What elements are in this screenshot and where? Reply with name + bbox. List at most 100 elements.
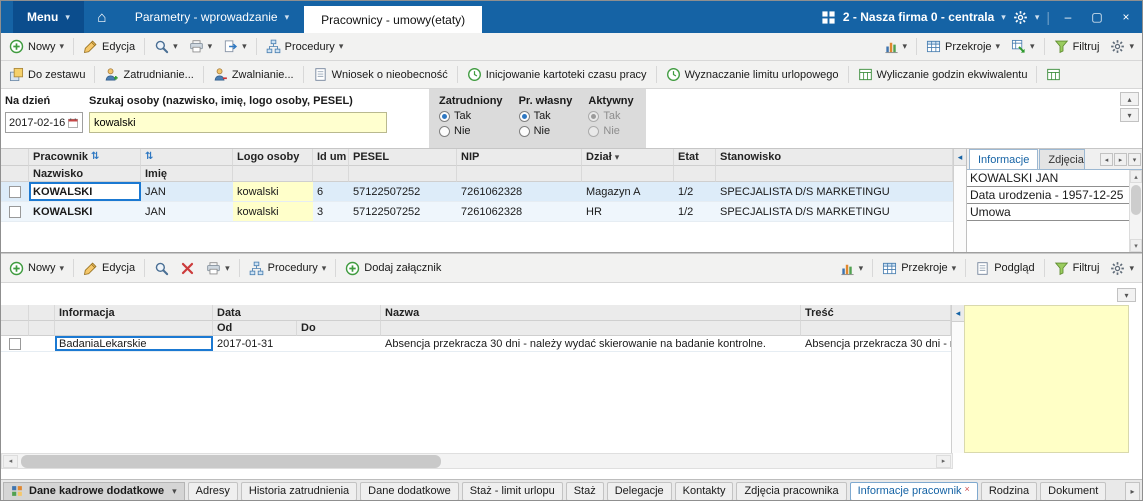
collapse-up-button[interactable]: ▴	[1120, 92, 1139, 106]
procedures-button[interactable]: Procedury ▾	[244, 259, 332, 278]
note-preview-content[interactable]	[964, 305, 1129, 453]
column-header-data[interactable]: Data	[213, 305, 381, 321]
column-header-stanowisko[interactable]: Stanowisko	[716, 149, 953, 166]
header-select-column[interactable]	[1, 149, 29, 166]
terminate-button[interactable]: Zwalnianie...	[208, 65, 299, 84]
cell-stanowisko[interactable]: SPECJALISTA D/S MARKETINGU	[716, 202, 953, 222]
column-header-dzial[interactable]: Dział ▾	[582, 149, 674, 166]
header-select-column[interactable]	[1, 305, 29, 321]
info-panel-scrollbar[interactable]: ▴ ▾	[1129, 170, 1142, 252]
column-header-logo[interactable]: Logo osoby	[233, 149, 313, 166]
sort-icon[interactable]: ⇅	[91, 152, 99, 162]
person-search-input[interactable]	[89, 112, 387, 133]
tab-parametry-wprowadzanie[interactable]: Parametry - wprowadzanie ▾	[120, 1, 304, 33]
scrollbar-track[interactable]	[19, 454, 935, 468]
extra-action-button[interactable]	[1041, 65, 1066, 84]
column-header-do[interactable]: Do	[297, 321, 381, 336]
checkbox[interactable]	[9, 185, 21, 198]
company-selector-label[interactable]: 2 - Nasza firma 0 - centrala	[843, 10, 994, 24]
settings-button[interactable]: ▾	[1105, 259, 1139, 278]
column-header-etat[interactable]: Etat	[674, 149, 716, 166]
cell-nazwisko[interactable]: KOWALSKI	[29, 202, 141, 222]
scroll-up-button[interactable]: ▴	[1130, 170, 1142, 183]
cell-nazwa[interactable]: Absencja przekracza 30 dni - należy wyda…	[381, 336, 801, 352]
bottom-tab-informacje-pracownik[interactable]: Informacje pracownik ×	[849, 481, 978, 500]
new-button[interactable]: Nowy ▾	[4, 259, 69, 278]
equivalent-hours-button[interactable]: Wyliczanie godzin ekwiwalentu	[853, 65, 1033, 84]
column-header-nazwisko[interactable]: Nazwisko	[29, 166, 141, 182]
radio-icon[interactable]	[439, 125, 450, 137]
cell-informacja[interactable]: BadaniaLekarskie	[55, 336, 213, 352]
cell-nip[interactable]: 7261062328	[457, 182, 582, 202]
tab-scroll-right-button[interactable]: ▸	[1125, 481, 1140, 500]
init-time-record-button[interactable]: Inicjowanie kartoteki czasu pracy	[462, 65, 652, 84]
cell-pesel[interactable]: 57122507252	[349, 202, 457, 222]
chevron-down-icon[interactable]: ▾	[1035, 12, 1040, 22]
bottom-tab-dokument[interactable]: Dokument	[1040, 481, 1107, 500]
bottom-tab-staz-limit-urlopu[interactable]: Staż - limit urlopu	[461, 481, 563, 500]
export-grid-button[interactable]: ▾	[1006, 37, 1040, 56]
as-of-date-input[interactable]: 2017-02-16	[5, 112, 83, 133]
scrollbar-thumb[interactable]	[1131, 185, 1141, 215]
bottom-tab-dane-dodatkowe[interactable]: Dane dodatkowe	[360, 481, 459, 500]
edit-button[interactable]: Edycja	[78, 37, 140, 56]
procedures-button[interactable]: Procedury ▾	[261, 37, 349, 56]
column-header-id-um[interactable]: Id um	[313, 149, 349, 166]
chevron-down-icon[interactable]: ▾	[615, 152, 620, 162]
own-worker-no-option[interactable]: Nie	[518, 125, 573, 137]
cell-imie[interactable]: JAN	[141, 202, 233, 222]
edit-button[interactable]: Edycja	[78, 259, 140, 278]
home-button[interactable]: ⌂	[84, 1, 120, 33]
cell-tresc[interactable]: Absencja przekracza 30 dni - na	[801, 336, 951, 352]
column-header-imie[interactable]: Imię	[141, 166, 233, 182]
row-checkbox-cell[interactable]	[1, 182, 29, 202]
cell-dzial[interactable]: Magazyn A	[582, 182, 674, 202]
cross-sections-button[interactable]: Przekroje ▾	[921, 37, 1005, 56]
tab-scroll-right-button[interactable]: ▸	[1114, 153, 1127, 166]
add-to-set-button[interactable]: Do zestawu	[4, 65, 90, 84]
export-button[interactable]: ▾	[218, 37, 252, 56]
radio-selected-icon[interactable]	[518, 110, 530, 122]
row-checkbox-cell[interactable]	[1, 202, 29, 222]
tab-pracownicy-umowy[interactable]: Pracownicy - umowy(etaty)	[304, 6, 483, 33]
filter-button[interactable]: Filtruj	[1049, 259, 1105, 278]
collapse-panel-button[interactable]: ◂	[954, 149, 966, 166]
hire-button[interactable]: Zatrudnianie...	[99, 65, 198, 84]
employee-row[interactable]: KOWALSKI JAN kowalski 6 57122507252 7261…	[1, 182, 953, 202]
cell-stanowisko[interactable]: SPECJALISTA D/S MARKETINGU	[716, 182, 953, 202]
search-button[interactable]	[149, 259, 174, 278]
column-header-imie-sort[interactable]: ⇅	[141, 149, 233, 166]
checkbox[interactable]	[9, 205, 21, 218]
cell-logo[interactable]: kowalski	[233, 182, 313, 202]
column-header-pesel[interactable]: PESEL	[349, 149, 457, 166]
search-button[interactable]: ▾	[149, 37, 183, 56]
leave-limit-button[interactable]: Wyznaczanie limitu urlopowego	[661, 65, 844, 84]
checkbox[interactable]	[9, 337, 21, 350]
column-header-informacja[interactable]: Informacja	[55, 305, 213, 321]
details-row[interactable]: BadaniaLekarskie 2017-01-31 Absencja prz…	[1, 336, 951, 352]
own-worker-yes-option[interactable]: Tak	[518, 110, 573, 122]
cell-etat[interactable]: 1/2	[674, 182, 716, 202]
details-collapse-button[interactable]: ▾	[1117, 288, 1136, 302]
radio-icon[interactable]	[518, 125, 530, 137]
print-button[interactable]: ▾	[184, 37, 218, 56]
column-header-pracownik[interactable]: Pracownik ⇅	[29, 149, 141, 166]
cell-do[interactable]	[297, 336, 381, 352]
column-header-od[interactable]: Od	[213, 321, 297, 336]
sort-icon[interactable]: ⇅	[145, 152, 153, 162]
chart-button[interactable]: ▾	[835, 259, 869, 278]
cell-id-um[interactable]: 3	[313, 202, 349, 222]
print-button[interactable]: ▾	[201, 259, 235, 278]
calendar-icon[interactable]	[67, 117, 79, 129]
filter-button[interactable]: Filtruj	[1049, 37, 1105, 56]
new-button[interactable]: Nowy ▾	[4, 37, 69, 56]
tab-informacje[interactable]: Informacje	[969, 149, 1039, 169]
tab-close-icon[interactable]: ×	[965, 483, 970, 497]
column-header-tresc[interactable]: Treść	[801, 305, 951, 321]
cell-etat[interactable]: 1/2	[674, 202, 716, 222]
employed-yes-option[interactable]: Tak	[439, 110, 503, 122]
employed-no-option[interactable]: Nie	[439, 125, 503, 137]
chevron-down-icon[interactable]: ▾	[1001, 12, 1006, 22]
settings-button[interactable]: ▾	[1105, 37, 1139, 56]
cell-id-um[interactable]: 6	[313, 182, 349, 202]
